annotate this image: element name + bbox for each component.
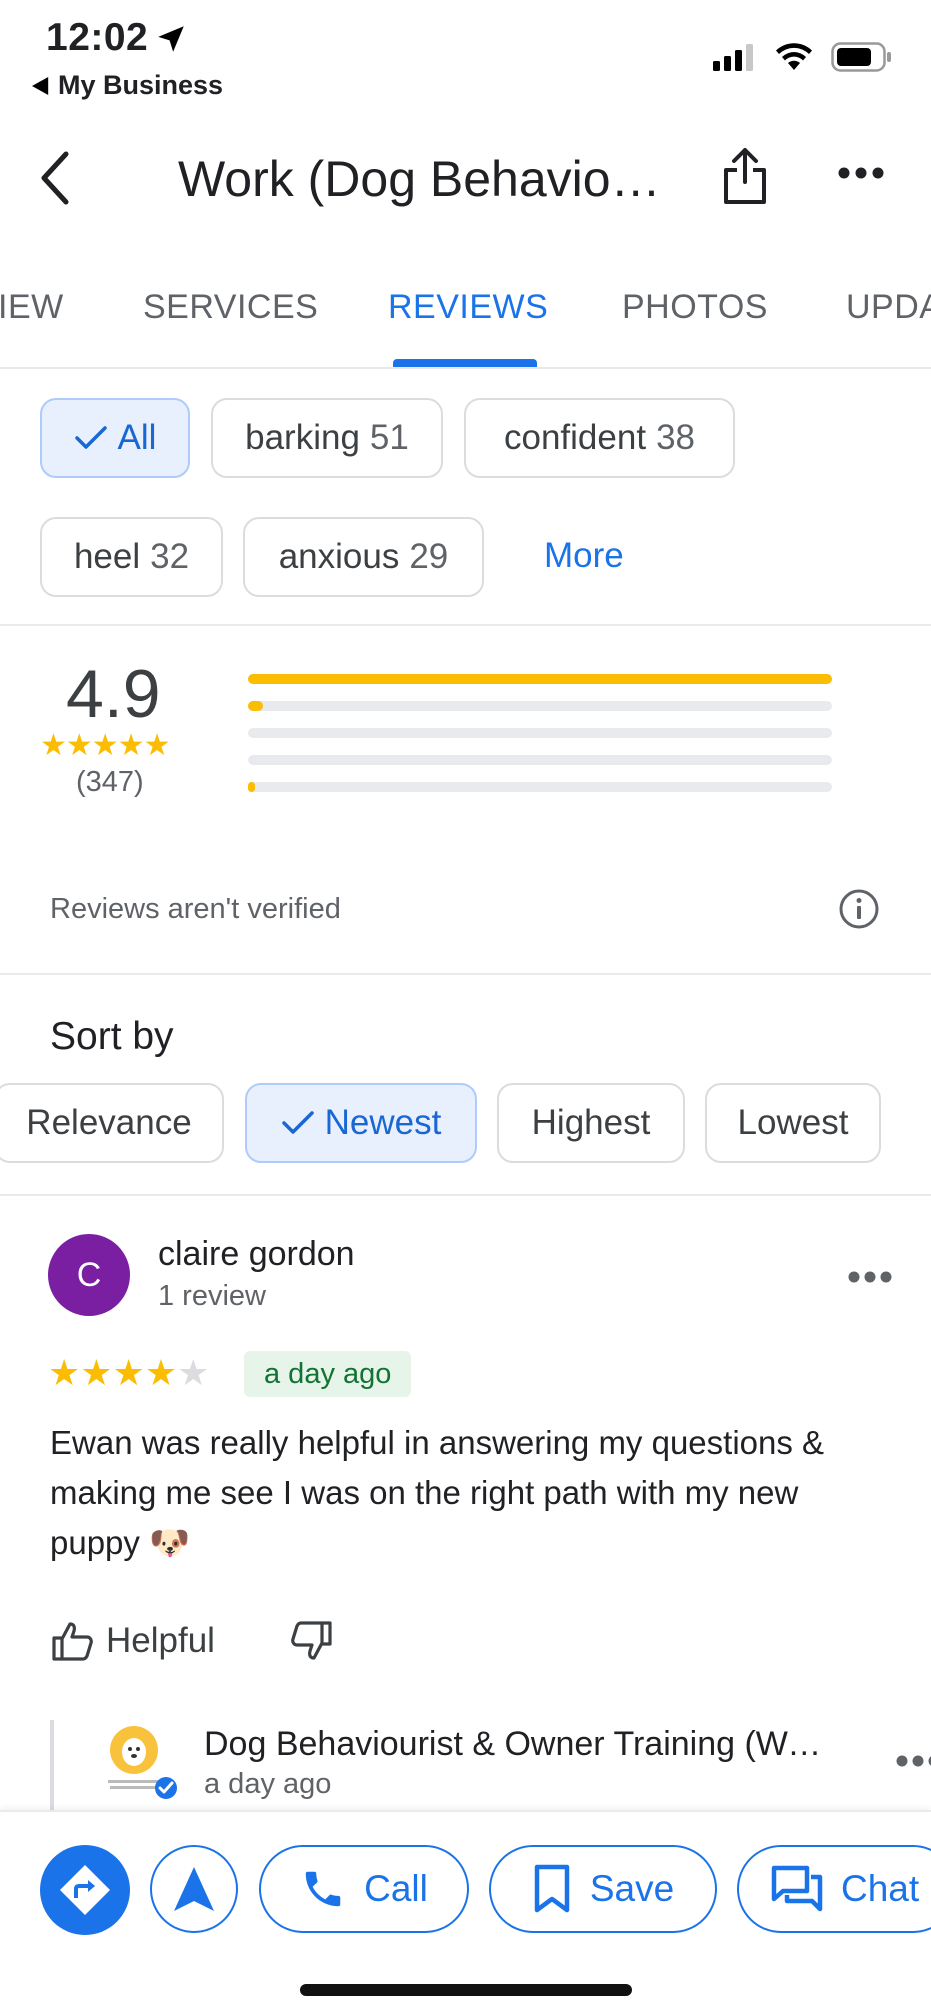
- average-rating: 4.9: [66, 656, 161, 732]
- owner-reply-time: a day ago: [204, 1768, 332, 1800]
- share-icon[interactable]: [720, 146, 770, 206]
- thumbs-up-icon: [52, 1622, 93, 1661]
- review-time-badge: a day ago: [244, 1351, 412, 1397]
- review-stars-filled: ★★★★: [48, 1352, 178, 1393]
- rating-bar-2: [248, 755, 832, 765]
- filter-chip-count: 29: [409, 537, 449, 576]
- cellular-signal-icon: [713, 44, 753, 71]
- rating-bar-fill: [248, 782, 255, 792]
- review-text: Ewan was really helpful in answering my …: [50, 1424, 825, 1561]
- sort-highest-chip[interactable]: Highest: [497, 1083, 685, 1163]
- filter-chip-label: All: [117, 418, 157, 457]
- chat-button[interactable]: Chat: [737, 1845, 931, 1933]
- info-icon[interactable]: [838, 888, 880, 930]
- call-button[interactable]: Call: [259, 1845, 469, 1933]
- average-rating-stars: ★★★★★: [40, 729, 170, 762]
- start-navigation-button[interactable]: [150, 1845, 238, 1933]
- more-topics-link[interactable]: More: [544, 536, 624, 576]
- sort-by-heading: Sort by: [50, 1015, 174, 1058]
- divider: [0, 1194, 931, 1196]
- status-bar: 12:02 My Business: [0, 0, 931, 110]
- filter-chip-label: confident: [504, 418, 647, 457]
- filter-chip-confident[interactable]: confident 38: [464, 398, 735, 478]
- helpful-label: Helpful: [106, 1621, 215, 1660]
- rating-bar-5: [248, 674, 832, 684]
- filter-chip-count: 51: [369, 418, 409, 457]
- save-button[interactable]: Save: [489, 1845, 717, 1933]
- filter-chip-all[interactable]: All: [40, 398, 190, 478]
- navigation-arrow-icon: [174, 1867, 214, 1911]
- unverified-notice: Reviews aren't verified: [50, 893, 341, 925]
- filter-chip-barking[interactable]: barking 51: [211, 398, 443, 478]
- sort-chip-label: Relevance: [26, 1103, 192, 1142]
- tab-reviews[interactable]: REVIEWS: [388, 288, 548, 327]
- tab-services[interactable]: SERVICES: [143, 288, 318, 327]
- owner-reply-name[interactable]: Dog Behaviourist & Owner Training (Work): [204, 1725, 834, 1764]
- location-arrow-icon: [158, 26, 184, 52]
- tab-updates[interactable]: UPDA: [846, 288, 931, 327]
- filter-chip-heel[interactable]: heel 32: [40, 517, 223, 597]
- filter-chip-label: anxious: [278, 537, 400, 576]
- business-logo: [108, 1726, 177, 1799]
- battery-icon: [831, 42, 891, 72]
- check-icon: [281, 1111, 314, 1134]
- rating-bar-3: [248, 728, 832, 738]
- sort-chip-label: Lowest: [737, 1103, 849, 1142]
- back-triangle-icon: [32, 76, 49, 95]
- wifi-icon: [776, 43, 812, 70]
- filter-chip-anxious[interactable]: anxious 29: [243, 517, 484, 597]
- filter-chip-count: 32: [150, 537, 190, 576]
- back-to-app-link[interactable]: My Business: [32, 70, 223, 101]
- back-arrow-icon[interactable]: [34, 148, 74, 208]
- review-stars: ★★★★★: [48, 1352, 209, 1394]
- more-options-icon[interactable]: [838, 166, 884, 180]
- sort-chip-label: Highest: [531, 1103, 651, 1142]
- sort-lowest-chip[interactable]: Lowest: [705, 1083, 881, 1163]
- owner-reply-more-icon[interactable]: [896, 1754, 931, 1768]
- chat-label: Chat: [841, 1868, 920, 1909]
- rating-bar-1: [248, 782, 832, 792]
- avatar[interactable]: C: [48, 1234, 130, 1316]
- filter-chip-label: barking: [245, 418, 360, 457]
- home-indicator: [300, 1984, 632, 1996]
- save-label: Save: [589, 1868, 675, 1909]
- sort-newest-chip[interactable]: Newest: [245, 1083, 477, 1163]
- bookmark-icon: [534, 1864, 570, 1913]
- review-stars-empty: ★: [177, 1352, 210, 1393]
- chat-icon: [771, 1865, 823, 1912]
- helpful-button[interactable]: Helpful: [50, 1620, 215, 1662]
- directions-button[interactable]: [40, 1845, 130, 1935]
- rating-bar-4: [248, 701, 832, 711]
- filter-chip-label: heel: [73, 537, 141, 576]
- app-header: Work (Dog Behaviourist & Owner Training): [0, 130, 931, 230]
- tab-bar: IEW SERVICES REVIEWS PHOTOS UPDA: [0, 268, 931, 369]
- directions-icon: [60, 1865, 110, 1915]
- thumbs-down-icon[interactable]: [290, 1620, 334, 1662]
- rating-bar-fill: [248, 674, 832, 684]
- tab-photos[interactable]: PHOTOS: [622, 288, 768, 327]
- reviewer-meta: 1 review: [158, 1280, 266, 1312]
- phone-icon: [305, 1871, 341, 1907]
- review-count: (347): [76, 766, 144, 798]
- page-title: Work (Dog Behaviourist & Owner Training): [178, 151, 678, 207]
- sort-chip-label: Newest: [324, 1103, 442, 1142]
- tab-overview[interactable]: IEW: [0, 288, 64, 327]
- reviewer-name[interactable]: claire gordon: [158, 1235, 355, 1274]
- filter-chip-count: 38: [656, 418, 695, 457]
- divider: [0, 973, 931, 975]
- clock: 12:02: [46, 16, 149, 59]
- active-tab-indicator: [393, 359, 537, 367]
- rating-distribution: [248, 674, 832, 809]
- call-label: Call: [364, 1868, 428, 1909]
- sort-relevance-chip[interactable]: Relevance: [0, 1083, 224, 1163]
- reply-indent-line: [50, 1720, 54, 1810]
- review-more-icon[interactable]: [848, 1270, 892, 1284]
- check-icon: [74, 426, 107, 449]
- back-app-label: My Business: [58, 70, 224, 100]
- rating-bar-fill: [248, 701, 263, 711]
- divider: [0, 624, 931, 626]
